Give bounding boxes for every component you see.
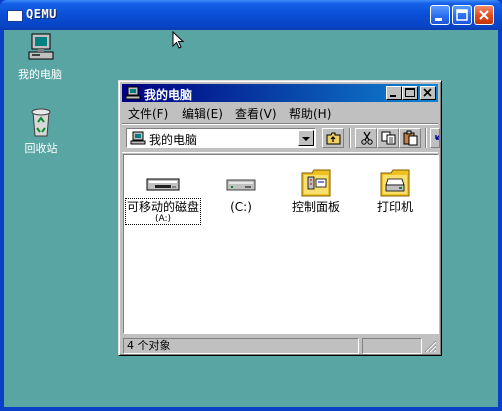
undo-arrow-icon xyxy=(435,135,439,140)
up-one-level-button[interactable] xyxy=(322,128,344,148)
file-view[interactable]: 可移动的磁盘 (A:) (C:) 控制面板 打印机 xyxy=(123,154,439,334)
paste-button[interactable] xyxy=(399,128,421,148)
menu-edit[interactable]: 编辑(E) xyxy=(182,105,223,122)
address-bar[interactable]: 我的电脑 xyxy=(126,128,316,148)
guest-desktop[interactable]: 我的电脑 回收站 我的电脑 文件(F) 编辑(E) 查看(V) 帮助(H) 我的… xyxy=(4,30,498,407)
file-item-floppy[interactable]: 可移动的磁盘 (A:) xyxy=(124,165,202,225)
my-computer-window: 我的电脑 文件(F) 编辑(E) 查看(V) 帮助(H) 我的电脑 可移动的磁盘… xyxy=(118,80,442,356)
desktop-icon-recycle-bin[interactable]: 回收站 xyxy=(9,106,73,156)
my-computer-icon xyxy=(130,131,146,145)
status-bar: 4 个对象 xyxy=(122,337,438,355)
window-titlebar[interactable]: 我的电脑 xyxy=(122,84,438,102)
menu-file[interactable]: 文件(F) xyxy=(128,105,168,122)
file-item-label: 控制面板 xyxy=(291,200,340,214)
my-computer-icon xyxy=(125,86,141,100)
maximize-icon xyxy=(456,9,468,21)
file-item-label: (C:) xyxy=(230,200,252,214)
file-item-drive-c[interactable]: (C:) xyxy=(202,165,280,214)
menu-help[interactable]: 帮助(H) xyxy=(289,105,331,122)
desktop-icon-label: 回收站 xyxy=(24,142,58,155)
desktop-icon-my-computer[interactable]: 我的电脑 xyxy=(8,32,72,82)
address-text: 我的电脑 xyxy=(149,133,198,147)
maximize-icon xyxy=(405,88,415,97)
desktop-icon-label: 我的电脑 xyxy=(18,68,62,81)
minimize-icon xyxy=(390,95,396,97)
copy-icon xyxy=(381,131,396,145)
status-object-count: 4 个对象 xyxy=(123,338,359,354)
qemu-app-icon xyxy=(7,10,23,22)
copy-button[interactable] xyxy=(377,128,399,148)
scissors-icon xyxy=(361,131,373,145)
minimize-button[interactable] xyxy=(386,86,402,100)
menu-view[interactable]: 查看(V) xyxy=(235,105,277,122)
mouse-cursor-icon xyxy=(172,31,185,49)
qemu-minimize-button[interactable] xyxy=(430,5,450,25)
file-item-sublabel: (A:) xyxy=(154,214,172,224)
file-item-label-group: 可移动的磁盘 (A:) xyxy=(124,198,202,225)
file-item-printers[interactable]: 打印机 xyxy=(356,165,434,214)
close-icon xyxy=(423,88,432,97)
recycle-bin-icon xyxy=(25,106,57,138)
file-item-label: 打印机 xyxy=(376,200,413,214)
close-button[interactable] xyxy=(420,86,436,100)
qemu-title: QEMU xyxy=(26,7,57,21)
qemu-window: QEMU 我的电脑 回收站 我的电脑 文件(F) 编辑(E) 查看(V) 帮助(… xyxy=(0,0,502,411)
floppy-drive-icon xyxy=(143,165,183,199)
control-panel-folder-icon xyxy=(296,165,336,199)
qemu-maximize-button[interactable] xyxy=(452,5,472,25)
chevron-down-icon xyxy=(302,137,310,141)
status-pane-empty xyxy=(362,338,422,354)
minimize-icon xyxy=(435,18,442,21)
toolbar: 我的电脑 xyxy=(122,123,440,153)
folder-up-icon xyxy=(326,132,341,145)
cut-button[interactable] xyxy=(355,128,377,148)
qemu-close-button[interactable] xyxy=(474,5,494,25)
address-dropdown-button[interactable] xyxy=(298,130,314,146)
printers-folder-icon xyxy=(375,165,415,199)
menu-bar: 文件(F) 编辑(E) 查看(V) 帮助(H) xyxy=(122,103,438,122)
undo-button[interactable] xyxy=(430,128,440,148)
close-icon xyxy=(479,10,489,20)
my-computer-icon xyxy=(24,32,56,64)
qemu-titlebar[interactable]: QEMU xyxy=(0,0,502,30)
hard-drive-icon xyxy=(221,165,261,199)
toolbar-separator xyxy=(425,128,427,148)
paste-icon xyxy=(403,130,418,146)
file-item-label: 可移动的磁盘 xyxy=(126,200,199,214)
toolbar-separator xyxy=(349,128,351,148)
window-title: 我的电脑 xyxy=(144,88,193,102)
file-item-control-panel[interactable]: 控制面板 xyxy=(277,165,355,214)
maximize-button[interactable] xyxy=(402,86,418,100)
resize-grip-icon[interactable] xyxy=(424,340,437,353)
